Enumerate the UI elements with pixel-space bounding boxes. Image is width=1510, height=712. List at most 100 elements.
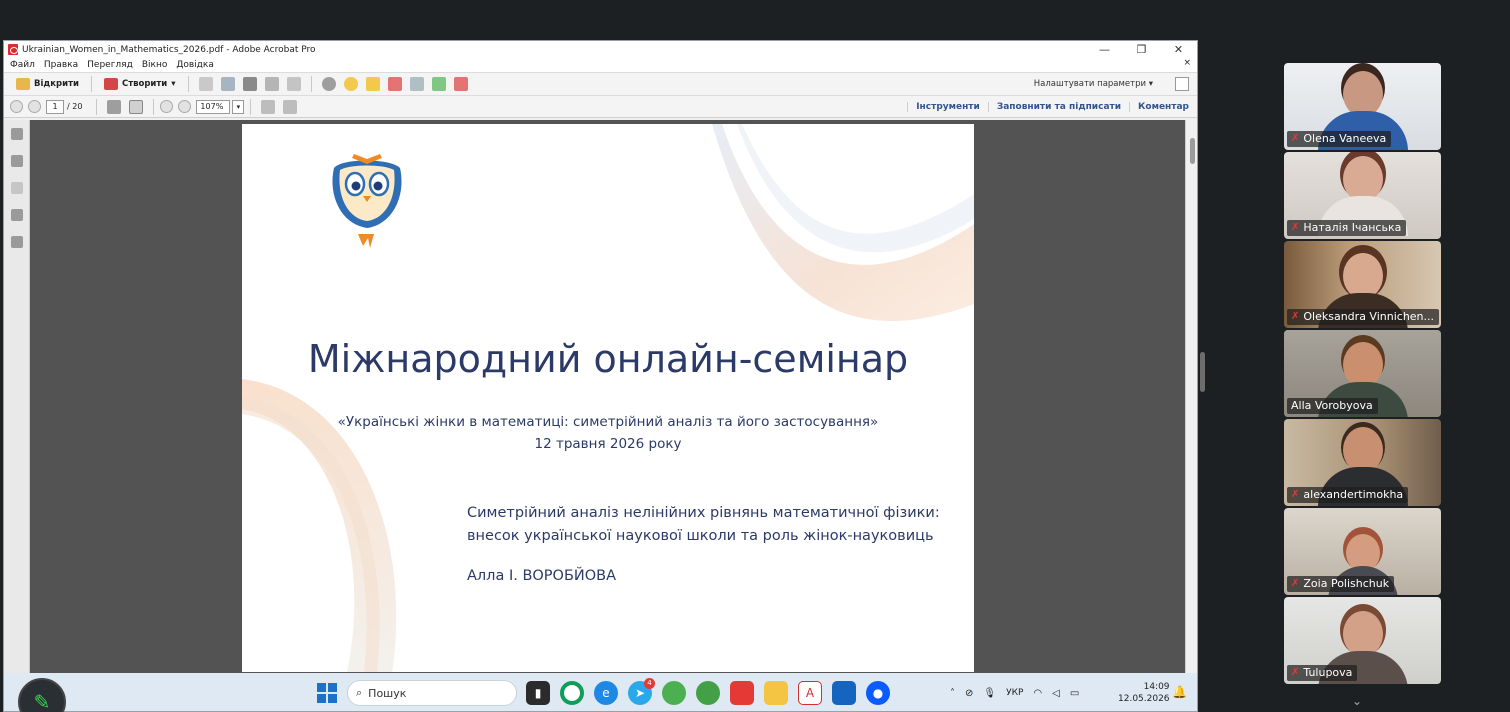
cloud-upload-icon[interactable] bbox=[220, 77, 235, 91]
create-button[interactable]: Створити ▾ bbox=[98, 78, 182, 90]
fit-width-icon[interactable] bbox=[261, 99, 276, 114]
email-icon[interactable] bbox=[286, 77, 301, 91]
attachments-icon[interactable] bbox=[11, 236, 23, 248]
participant-tile-active-speaker[interactable]: Alla Vorobyova bbox=[1284, 330, 1441, 417]
minimize-button[interactable]: — bbox=[1086, 41, 1123, 58]
taskbar-apps: ▮ e ➤ 4 A ● bbox=[526, 678, 890, 705]
talk-title-line-1: Симетрійний аналіз нелінійних рівнянь ма… bbox=[467, 505, 940, 521]
input-language[interactable]: УКР bbox=[1006, 688, 1023, 698]
print-icon[interactable] bbox=[242, 77, 257, 91]
next-page-icon[interactable] bbox=[28, 100, 41, 113]
task-view-icon[interactable]: ▮ bbox=[526, 681, 550, 705]
menu-window[interactable]: Вікно bbox=[142, 60, 168, 70]
windows-taskbar: ly ⌕ Пошук ▮ e ➤4 A ● ˄ ⊘ bbox=[4, 673, 1197, 711]
previous-page-icon[interactable] bbox=[10, 100, 23, 113]
zoom-out-icon[interactable] bbox=[160, 100, 174, 113]
location-off-icon[interactable]: ⊘ bbox=[965, 688, 973, 699]
menu-help[interactable]: Довідка bbox=[176, 60, 214, 70]
clock-date: 12.05.2026 bbox=[1118, 694, 1170, 704]
participant-name: Tulupova bbox=[1303, 666, 1353, 679]
participant-name-tag: ✗ Tulupova bbox=[1287, 665, 1358, 681]
scrollbar-thumb[interactable] bbox=[1190, 138, 1195, 164]
talk-title: Симетрійний аналіз нелінійних рівнянь ма… bbox=[467, 502, 940, 548]
microphone-icon[interactable]: 🎙 bbox=[983, 688, 996, 699]
search-placeholder: Пошук bbox=[368, 686, 407, 700]
close-document-button[interactable]: × bbox=[1183, 58, 1191, 68]
signatures-icon[interactable] bbox=[11, 182, 23, 194]
chevron-up-icon[interactable]: ˄ bbox=[950, 688, 955, 699]
open-button[interactable]: Відкрити bbox=[10, 78, 85, 90]
shared-screen-window[interactable]: Ukrainian_Women_in_Mathematics_2026.pdf … bbox=[3, 40, 1198, 712]
customize-label: Налаштувати параметри bbox=[1033, 79, 1147, 89]
menu-edit[interactable]: Правка bbox=[44, 60, 78, 70]
slide-title: Міжнародний онлайн-семінар bbox=[307, 337, 909, 381]
gear-icon[interactable] bbox=[321, 77, 336, 91]
chevron-down-icon[interactable]: ⌄ bbox=[1352, 694, 1362, 708]
pdf-page: Міжнародний онлайн-семінар «Українські ж… bbox=[242, 124, 974, 672]
participant-tile[interactable]: ✗ Zoia Polishchuk bbox=[1284, 508, 1441, 595]
participant-tile[interactable]: ✗ alexandertimokha bbox=[1284, 419, 1441, 506]
telegram-icon[interactable]: ➤ 4 bbox=[628, 678, 655, 705]
chrome-profile-2-icon[interactable] bbox=[696, 681, 720, 705]
document-workspace: Міжнародний онлайн-семінар «Українські ж… bbox=[4, 120, 1197, 676]
participant-name-tag: Alla Vorobyova bbox=[1287, 398, 1378, 414]
participant-tile[interactable]: ✗ Oleksandra Vinnichen... bbox=[1284, 241, 1441, 328]
close-button[interactable]: ✕ bbox=[1160, 41, 1197, 58]
tools-pane-button[interactable]: Інструменти bbox=[907, 102, 988, 112]
toolbar-divider bbox=[96, 98, 98, 115]
office-app-icon[interactable] bbox=[730, 681, 754, 705]
share-pdf-icon[interactable] bbox=[453, 77, 468, 91]
restore-button[interactable]: ❐ bbox=[1123, 41, 1160, 58]
navigation-toolbar: 1 / 20 107% ▾ Інструменти Заповнити та п… bbox=[4, 96, 1197, 118]
zoom-dropdown[interactable]: ▾ bbox=[232, 99, 245, 114]
participant-name-tag: ✗ Наталія Ічанська bbox=[1287, 220, 1407, 236]
windows-start-icon[interactable] bbox=[317, 683, 337, 703]
menu-file[interactable]: Файл bbox=[10, 60, 35, 70]
acrobat-icon[interactable]: A bbox=[798, 681, 822, 705]
fill-sign-pane-button[interactable]: Заповнити та підписати bbox=[987, 102, 1129, 112]
window-controls: — ❐ ✕ bbox=[1086, 41, 1197, 58]
expand-icon[interactable] bbox=[1175, 77, 1189, 91]
zoom-input[interactable]: 107% bbox=[196, 99, 231, 114]
participant-name: Zoia Polishchuk bbox=[1303, 577, 1390, 590]
fit-page-icon[interactable] bbox=[283, 99, 298, 114]
customize-settings-button[interactable]: Налаштувати параметри ▾ bbox=[1034, 79, 1153, 89]
page-number-input[interactable]: 1 bbox=[46, 99, 64, 114]
wifi-icon[interactable]: ◠ bbox=[1033, 688, 1042, 699]
battery-icon[interactable]: ▭ bbox=[1070, 688, 1079, 699]
taskbar-search[interactable]: ⌕ Пошук bbox=[347, 680, 517, 706]
comment-icon[interactable] bbox=[343, 77, 358, 91]
export-icon[interactable] bbox=[431, 77, 446, 91]
vertical-scrollbar[interactable] bbox=[1185, 120, 1197, 676]
sticky-note-icon[interactable] bbox=[365, 77, 380, 91]
stamp-icon[interactable] bbox=[387, 77, 402, 91]
bookmarks-icon[interactable] bbox=[11, 155, 23, 167]
panel-resize-handle[interactable] bbox=[1200, 352, 1205, 392]
participant-tile[interactable]: ✗ Tulupova bbox=[1284, 597, 1441, 684]
participant-tile[interactable]: ✗ Olena Vaneeva bbox=[1284, 63, 1441, 150]
comment-pane-button[interactable]: Коментар bbox=[1129, 102, 1197, 112]
zoom-icon[interactable]: ● bbox=[866, 681, 890, 705]
document-icon[interactable] bbox=[409, 77, 424, 91]
system-clock[interactable]: 14:09 12.05.2026 bbox=[1118, 681, 1170, 705]
edit-icon[interactable] bbox=[264, 77, 279, 91]
menu-view[interactable]: Перегляд bbox=[87, 60, 133, 70]
bell-icon[interactable]: 🔔 bbox=[1172, 685, 1187, 699]
chrome-profile-icon[interactable] bbox=[662, 681, 686, 705]
layers-icon[interactable] bbox=[11, 209, 23, 221]
zoom-in-icon[interactable] bbox=[178, 100, 192, 113]
participant-tile[interactable]: ✗ Наталія Ічанська bbox=[1284, 152, 1441, 239]
participant-name-tag: ✗ Oleksandra Vinnichen... bbox=[1287, 309, 1439, 325]
toolbar-divider bbox=[153, 98, 155, 115]
hand-tool-icon[interactable] bbox=[129, 99, 144, 114]
select-cursor-icon[interactable] bbox=[107, 99, 122, 114]
edge-icon[interactable]: e bbox=[594, 681, 618, 705]
system-tray: ˄ ⊘ 🎙 УКР ◠ ◁ ▭ bbox=[950, 673, 1079, 711]
outlook-icon[interactable] bbox=[832, 681, 856, 705]
save-icon[interactable] bbox=[198, 77, 213, 91]
mic-muted-icon: ✗ bbox=[1291, 489, 1300, 500]
file-explorer-icon[interactable] bbox=[764, 681, 788, 705]
volume-icon[interactable]: ◁ bbox=[1052, 688, 1060, 699]
page-thumbnails-icon[interactable] bbox=[11, 128, 23, 140]
chrome-icon[interactable] bbox=[560, 681, 584, 705]
